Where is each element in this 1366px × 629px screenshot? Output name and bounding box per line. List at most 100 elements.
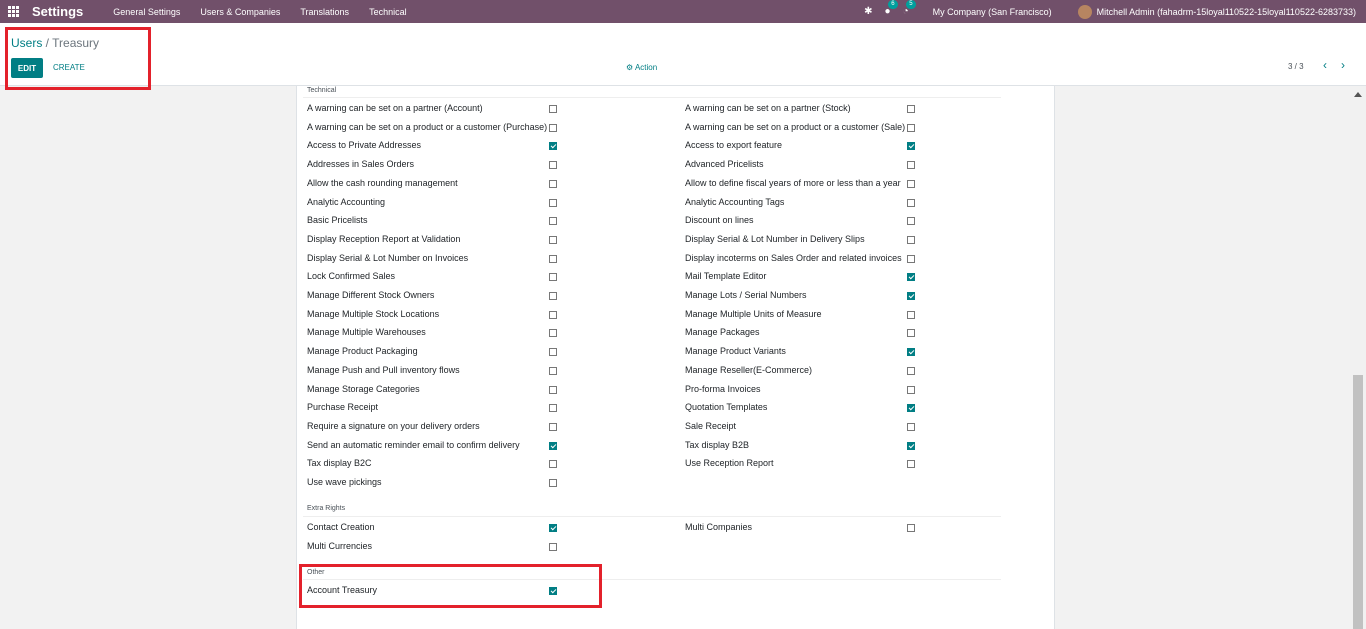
scrollbar-thumb[interactable]	[1353, 375, 1363, 629]
app-title[interactable]: Settings	[32, 4, 83, 19]
breadcrumb-current: Treasury	[52, 36, 100, 50]
section-title-extra-rights: Extra Rights	[307, 505, 346, 512]
field-label-manage-storage-categories: Manage Storage Categories	[307, 383, 420, 394]
checkbox-manage-multiple-warehouses[interactable]	[549, 329, 557, 338]
checkbox-basic-pricelists[interactable]	[549, 217, 557, 226]
checkbox-manage-multiple-stock-locations[interactable]	[549, 310, 557, 319]
checkbox-access-to-private-addresses[interactable]	[549, 142, 557, 151]
checkbox-manage-reseller-e-commerce[interactable]	[907, 366, 915, 375]
checkbox-manage-lots-serial-numbers[interactable]	[907, 292, 915, 300]
checkbox-display-serial-lot-number-in-delivery-slips[interactable]	[907, 235, 915, 244]
checkbox-pro-forma-invoices[interactable]	[907, 385, 915, 394]
checkbox-quotation-templates[interactable]	[907, 404, 915, 413]
company-switcher[interactable]: My Company (San Francisco)	[933, 7, 1052, 17]
avatar[interactable]	[1077, 4, 1092, 19]
checkbox-advanced-pricelists[interactable]	[907, 161, 915, 170]
checkbox-tax-display-b2b[interactable]	[907, 441, 915, 450]
checkbox-require-a-signature-on-your-delivery-orders[interactable]	[549, 422, 557, 431]
checkbox-manage-product-packaging[interactable]	[549, 348, 557, 357]
field-label-purchase-receipt: Purchase Receipt	[307, 402, 379, 413]
chevron-left-icon[interactable]: ‹	[1323, 58, 1327, 72]
checkbox-a-warning-can-be-set-on-a-partner-account[interactable]	[549, 105, 557, 113]
field-label-a-warning-can-be-set-on-a-product-or-a-customer-purchase: A warning can be set on a product or a c…	[307, 121, 548, 132]
chat-icon[interactable]: ● 6	[885, 0, 898, 17]
checkbox-use-reception-report[interactable]	[907, 460, 915, 469]
create-button[interactable]: CREATE	[53, 63, 85, 72]
chevron-right-icon[interactable]: ›	[1341, 58, 1345, 72]
checkbox-a-warning-can-be-set-on-a-product-or-a-customer-sale[interactable]	[907, 123, 915, 132]
pager-value[interactable]: 3 / 3	[1288, 62, 1304, 71]
checkbox-display-serial-lot-number-on-invoices[interactable]	[549, 254, 557, 263]
main-menu: General Settings Users & Companies Trans…	[103, 7, 416, 17]
checkbox-sale-receipt[interactable]	[907, 422, 915, 431]
checkbox-account-treasury[interactable]	[549, 587, 557, 595]
checkbox-contact-creation[interactable]	[549, 524, 557, 532]
field-label-use-reception-report: Use Reception Report	[685, 458, 774, 469]
checkbox-manage-storage-categories[interactable]	[549, 385, 557, 394]
checkbox-discount-on-lines[interactable]	[907, 217, 915, 226]
checkbox-manage-different-stock-owners[interactable]	[549, 292, 557, 300]
checkbox-lock-confirmed-sales[interactable]	[549, 273, 557, 282]
scroll-up-arrow-icon[interactable]	[1354, 92, 1362, 97]
checkbox-multi-currencies[interactable]	[549, 542, 557, 551]
field-label-pro-forma-invoices: Pro-forma Invoices	[685, 383, 761, 394]
field-label-lock-confirmed-sales: Lock Confirmed Sales	[307, 271, 396, 282]
field-label-analytic-accounting: Analytic Accounting	[307, 196, 386, 207]
gear-icon: ⚙	[626, 63, 635, 72]
field-label-manage-product-packaging: Manage Product Packaging	[307, 346, 418, 357]
field-label-require-a-signature-on-your-delivery-orders: Require a signature on your delivery ord…	[307, 420, 480, 431]
checkbox-manage-product-variants[interactable]	[907, 348, 915, 357]
field-label-quotation-templates: Quotation Templates	[685, 402, 768, 413]
checkbox-manage-multiple-units-of-measure[interactable]	[907, 310, 915, 319]
field-label-manage-different-stock-owners: Manage Different Stock Owners	[307, 290, 435, 300]
checkbox-analytic-accounting-tags[interactable]	[907, 198, 915, 207]
action-menu[interactable]: ⚙ Action	[626, 63, 657, 72]
checkbox-display-reception-report-at-validation[interactable]	[549, 235, 557, 244]
field-label-manage-multiple-warehouses: Manage Multiple Warehouses	[307, 327, 426, 338]
action-label: Action	[634, 63, 658, 72]
field-label-mail-template-editor: Mail Template Editor	[685, 271, 767, 282]
checkbox-allow-to-define-fiscal-years-of-more-or-less-than-a-year[interactable]	[907, 179, 915, 188]
field-label-discount-on-lines: Discount on lines	[685, 215, 754, 226]
checkbox-analytic-accounting[interactable]	[549, 198, 557, 207]
checkbox-manage-packages[interactable]	[907, 329, 915, 338]
field-label-use-wave-pickings: Use wave pickings	[307, 477, 382, 487]
field-label-addresses-in-sales-orders: Addresses in Sales Orders	[307, 159, 415, 170]
checkbox-multi-companies[interactable]	[907, 524, 915, 532]
breadcrumb-users-link[interactable]: Users	[11, 36, 42, 50]
menu-general-settings[interactable]: General Settings	[103, 7, 190, 17]
checkbox-access-to-export-feature[interactable]	[907, 142, 915, 151]
chat-badge: 6	[888, 0, 898, 9]
checkbox-allow-the-cash-rounding-management[interactable]	[549, 179, 557, 188]
checkbox-mail-template-editor[interactable]	[907, 273, 915, 282]
edit-button[interactable]: EDIT	[11, 58, 43, 78]
user-menu[interactable]: Mitchell Admin (fahadrm-15loyal110522-15…	[1097, 7, 1356, 17]
menu-translations[interactable]: Translations	[290, 7, 359, 17]
checkbox-addresses-in-sales-orders[interactable]	[549, 161, 557, 170]
checkbox-manage-push-and-pull-inventory-flows[interactable]	[549, 366, 557, 375]
field-label-access-to-private-addresses: Access to Private Addresses	[307, 140, 422, 151]
field-label-display-incoterms-on-sales-order-and-related-invoices: Display incoterms on Sales Order and rel…	[685, 252, 902, 263]
field-label-manage-push-and-pull-inventory-flows: Manage Push and Pull inventory flows	[307, 364, 460, 375]
field-label-tax-display-b2c: Tax display B2C	[307, 458, 372, 469]
checkbox-a-warning-can-be-set-on-a-partner-stock[interactable]	[907, 105, 915, 113]
scrollbar[interactable]	[1350, 86, 1366, 629]
field-label-access-to-export-feature: Access to export feature	[685, 140, 783, 151]
checkbox-a-warning-can-be-set-on-a-product-or-a-customer-purchase[interactable]	[549, 123, 557, 132]
checkbox-use-wave-pickings[interactable]	[549, 479, 557, 487]
menu-technical[interactable]: Technical	[359, 7, 417, 17]
field-label-display-reception-report-at-validation: Display Reception Report at Validation	[307, 233, 461, 244]
checkbox-purchase-receipt[interactable]	[549, 404, 557, 413]
menu-users-companies[interactable]: Users & Companies	[190, 7, 290, 17]
apps-menu-icon[interactable]	[8, 6, 28, 17]
field-label-display-serial-lot-number-in-delivery-slips: Display Serial & Lot Number in Delivery …	[685, 233, 865, 244]
activity-icon[interactable]: ◔ 5	[903, 0, 916, 17]
field-label-advanced-pricelists: Advanced Pricelists	[685, 159, 764, 170]
top-navbar: Settings General Settings Users & Compan…	[0, 0, 1366, 23]
checkbox-tax-display-b2c[interactable]	[549, 460, 557, 469]
section-divider	[303, 97, 1001, 98]
checkbox-send-an-automatic-reminder-email-to-confirm-delivery[interactable]	[549, 441, 557, 450]
checkbox-display-incoterms-on-sales-order-and-related-invoices[interactable]	[907, 254, 915, 263]
bug-icon[interactable]: ✱	[864, 6, 872, 17]
field-label-basic-pricelists: Basic Pricelists	[307, 215, 368, 226]
